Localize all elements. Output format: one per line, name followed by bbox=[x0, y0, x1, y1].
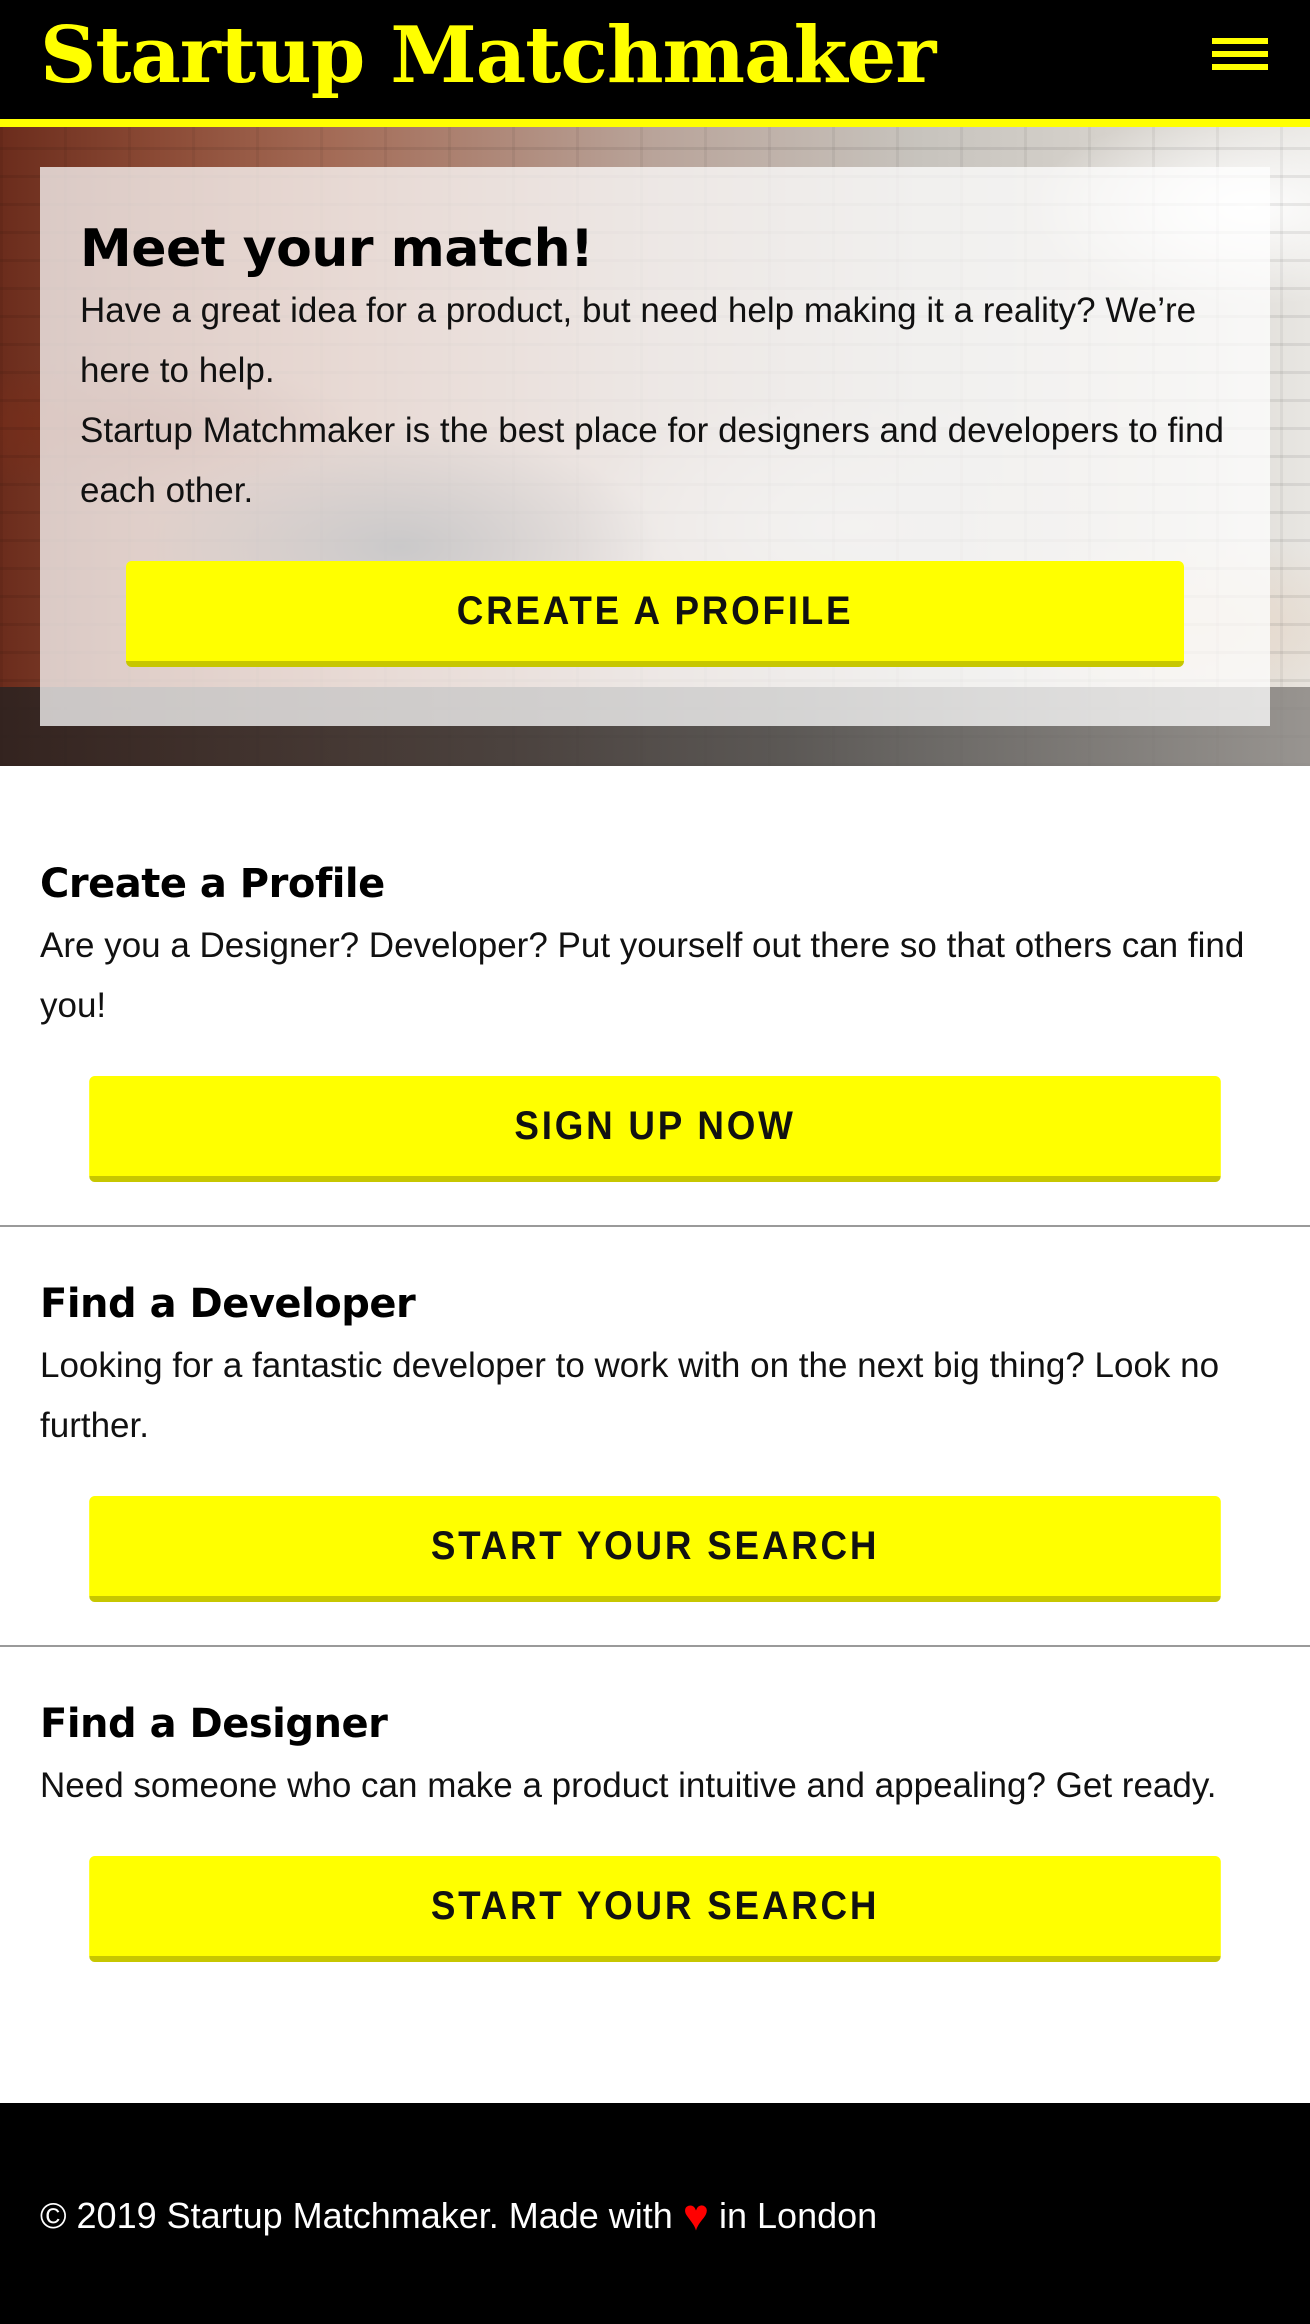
footer-text-after: in London bbox=[719, 2195, 878, 2236]
hero-description-text: Startup Matchmaker is the best place for… bbox=[80, 411, 1224, 510]
create-profile-section: Create a Profile Are you a Designer? Dev… bbox=[40, 852, 1270, 1182]
hero-banner: Meet your match! Have a great idea for a… bbox=[0, 127, 1310, 766]
section-text: Need someone who can make a product intu… bbox=[40, 1766, 1217, 1805]
section-text: Are you a Designer? Developer? Put yours… bbox=[40, 926, 1245, 1025]
site-footer: © 2019 Startup Matchmaker. Made with ♥ i… bbox=[0, 2103, 1310, 2324]
section-divider bbox=[0, 1225, 1310, 1227]
find-developer-section: Find a Developer Looking for a fantastic… bbox=[40, 1272, 1270, 1602]
heart-icon: ♥ bbox=[682, 2191, 709, 2240]
create-profile-button[interactable]: CREATE A PROFILE bbox=[126, 561, 1184, 667]
footer-text-before: © 2019 Startup Matchmaker. Made with bbox=[40, 2195, 673, 2236]
section-divider bbox=[0, 1645, 1310, 1647]
sign-up-button[interactable]: SIGN UP NOW bbox=[89, 1076, 1221, 1182]
section-text: Looking for a fantastic developer to wor… bbox=[40, 1346, 1220, 1445]
hamburger-menu-icon[interactable] bbox=[1212, 38, 1268, 76]
section-title: Find a Designer bbox=[40, 1701, 388, 1747]
hero-card: Meet your match! Have a great idea for a… bbox=[40, 167, 1270, 726]
hero-intro-text: Have a great idea for a product, but nee… bbox=[80, 291, 1197, 390]
hero-title: Meet your match! bbox=[80, 219, 594, 279]
section-title: Find a Developer bbox=[40, 1281, 416, 1327]
find-designer-section: Find a Designer Need someone who can mak… bbox=[40, 1692, 1270, 1962]
search-developers-button[interactable]: START YOUR SEARCH bbox=[89, 1496, 1221, 1602]
site-logo[interactable]: Startup Matchmaker bbox=[40, 6, 936, 106]
footer-copyright: © 2019 Startup Matchmaker. Made with ♥ i… bbox=[40, 2191, 877, 2241]
section-title: Create a Profile bbox=[40, 861, 385, 907]
site-header: Startup Matchmaker bbox=[0, 0, 1310, 127]
search-designers-button[interactable]: START YOUR SEARCH bbox=[89, 1856, 1221, 1962]
